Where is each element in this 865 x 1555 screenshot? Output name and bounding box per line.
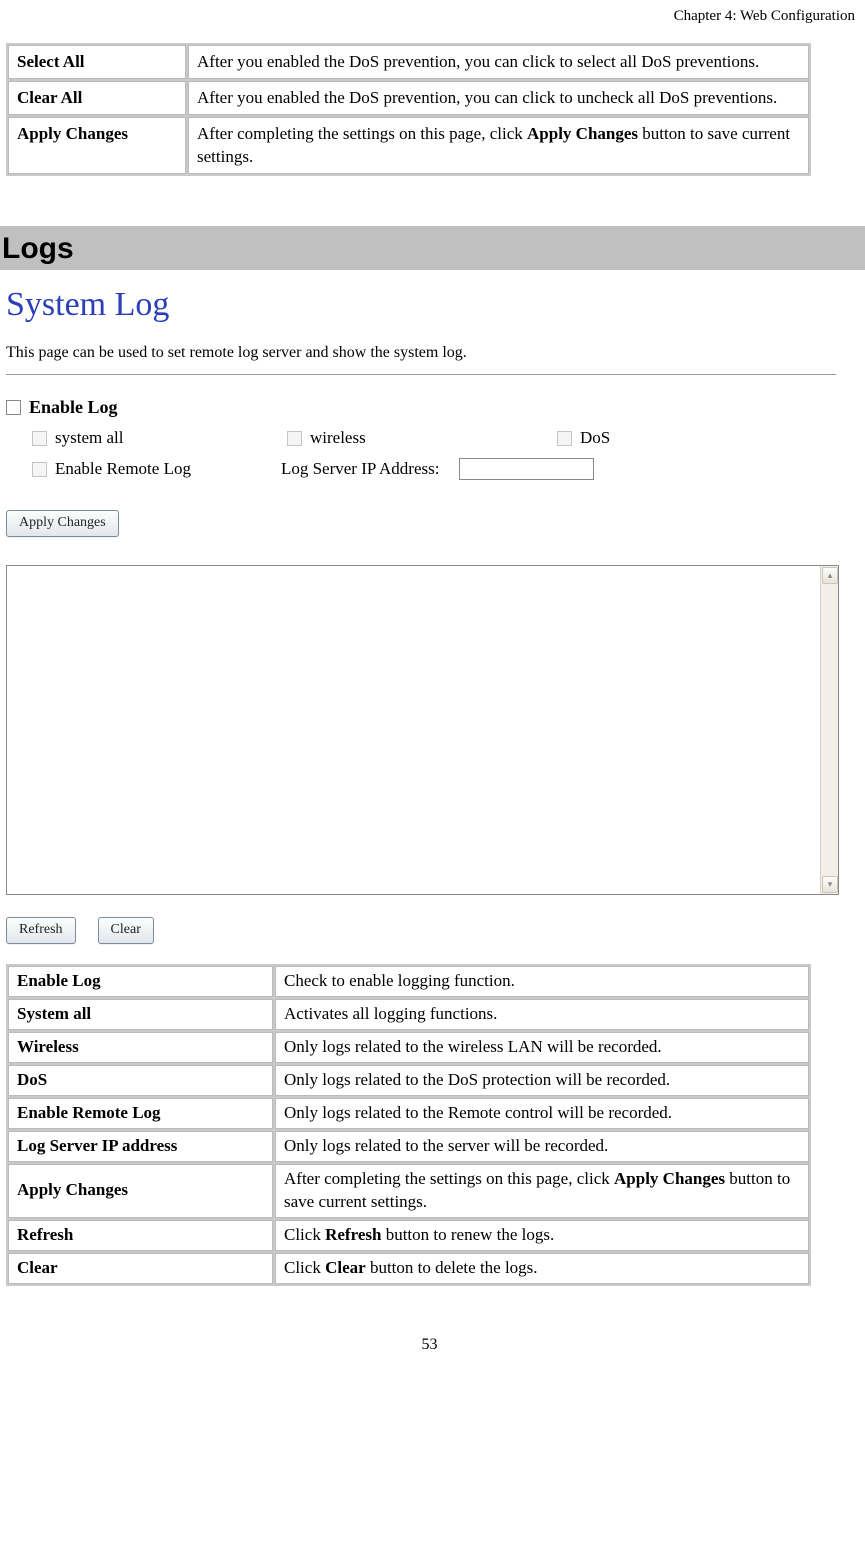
desc-text: button to renew the logs. bbox=[381, 1225, 554, 1244]
enable-remote-log-checkbox[interactable] bbox=[32, 462, 47, 477]
table-row: Clear Click Clear button to delete the l… bbox=[8, 1253, 809, 1284]
log-textarea[interactable]: ▴ ▾ bbox=[6, 565, 839, 895]
row-label: Wireless bbox=[8, 1032, 273, 1063]
dos-buttons-table: Select All After you enabled the DoS pre… bbox=[6, 43, 811, 176]
row-label: Enable Log bbox=[8, 966, 273, 997]
logs-fields-table: Enable Log Check to enable logging funct… bbox=[6, 964, 811, 1285]
row-label: Log Server IP address bbox=[8, 1131, 273, 1162]
desc-bold: Refresh bbox=[325, 1225, 381, 1244]
system-log-subtitle: This page can be used to set remote log … bbox=[6, 344, 846, 362]
table-row: Clear All After you enabled the DoS prev… bbox=[8, 81, 809, 115]
row-label: Select All bbox=[8, 45, 186, 79]
wireless-checkbox[interactable] bbox=[287, 431, 302, 446]
table-row: Apply Changes After completing the setti… bbox=[8, 1164, 809, 1218]
apply-changes-button[interactable]: Apply Changes bbox=[6, 510, 119, 537]
row-desc: Check to enable logging function. bbox=[275, 966, 809, 997]
divider bbox=[6, 374, 836, 375]
row-desc: Only logs related to the server will be … bbox=[275, 1131, 809, 1162]
row-desc: Click Refresh button to renew the logs. bbox=[275, 1220, 809, 1251]
log-server-ip-label: Log Server IP Address: bbox=[281, 459, 440, 479]
scrollbar[interactable]: ▴ ▾ bbox=[820, 566, 838, 894]
row-label: System all bbox=[8, 999, 273, 1030]
system-log-title: System Log bbox=[6, 286, 846, 324]
row-desc: Click Clear button to delete the logs. bbox=[275, 1253, 809, 1284]
desc-text: After completing the settings on this pa… bbox=[197, 124, 527, 143]
logs-heading: Logs bbox=[0, 226, 865, 270]
enable-log-checkbox[interactable] bbox=[6, 400, 21, 415]
row-desc: After completing the settings on this pa… bbox=[188, 117, 809, 175]
row-label: Refresh bbox=[8, 1220, 273, 1251]
table-row: System all Activates all logging functio… bbox=[8, 999, 809, 1030]
table-row: Enable Log Check to enable logging funct… bbox=[8, 966, 809, 997]
table-row: Apply Changes After completing the setti… bbox=[8, 117, 809, 175]
row-desc: Only logs related to the DoS protection … bbox=[275, 1065, 809, 1096]
row-desc: After completing the settings on this pa… bbox=[275, 1164, 809, 1218]
row-desc: Activates all logging functions. bbox=[275, 999, 809, 1030]
desc-text: After completing the settings on this pa… bbox=[284, 1169, 614, 1188]
page-header: Chapter 4: Web Configuration bbox=[0, 8, 859, 25]
row-label: Clear All bbox=[8, 81, 186, 115]
enable-remote-log-label: Enable Remote Log bbox=[55, 459, 191, 479]
desc-bold: Clear bbox=[325, 1258, 366, 1277]
dos-checkbox[interactable] bbox=[557, 431, 572, 446]
desc-bold: Apply Changes bbox=[527, 124, 638, 143]
page-number: 53 bbox=[0, 1336, 859, 1354]
row-desc: Only logs related to the wireless LAN wi… bbox=[275, 1032, 809, 1063]
row-desc: After you enabled the DoS prevention, yo… bbox=[188, 81, 809, 115]
desc-text: Click bbox=[284, 1258, 325, 1277]
row-label: DoS bbox=[8, 1065, 273, 1096]
row-label: Apply Changes bbox=[8, 117, 186, 175]
system-all-checkbox[interactable] bbox=[32, 431, 47, 446]
log-server-ip-input[interactable] bbox=[459, 458, 594, 480]
wireless-label: wireless bbox=[310, 428, 366, 448]
clear-button[interactable]: Clear bbox=[98, 917, 154, 944]
table-row: Wireless Only logs related to the wirele… bbox=[8, 1032, 809, 1063]
scroll-up-icon[interactable]: ▴ bbox=[822, 567, 838, 584]
refresh-button[interactable]: Refresh bbox=[6, 917, 76, 944]
enable-log-label: Enable Log bbox=[29, 397, 118, 418]
table-row: DoS Only logs related to the DoS protect… bbox=[8, 1065, 809, 1096]
scroll-down-icon[interactable]: ▾ bbox=[822, 876, 838, 893]
table-row: Log Server IP address Only logs related … bbox=[8, 1131, 809, 1162]
system-log-screenshot: System Log This page can be used to set … bbox=[6, 286, 846, 944]
table-row: Select All After you enabled the DoS pre… bbox=[8, 45, 809, 79]
system-all-label: system all bbox=[55, 428, 123, 448]
row-desc: After you enabled the DoS prevention, yo… bbox=[188, 45, 809, 79]
desc-text: Click bbox=[284, 1225, 325, 1244]
row-label: Clear bbox=[8, 1253, 273, 1284]
desc-text: button to delete the logs. bbox=[366, 1258, 538, 1277]
row-desc: Only logs related to the Remote control … bbox=[275, 1098, 809, 1129]
table-row: Enable Remote Log Only logs related to t… bbox=[8, 1098, 809, 1129]
row-label: Apply Changes bbox=[8, 1164, 273, 1218]
table-row: Refresh Click Refresh button to renew th… bbox=[8, 1220, 809, 1251]
desc-bold: Apply Changes bbox=[614, 1169, 725, 1188]
dos-label: DoS bbox=[580, 428, 610, 448]
row-label: Enable Remote Log bbox=[8, 1098, 273, 1129]
